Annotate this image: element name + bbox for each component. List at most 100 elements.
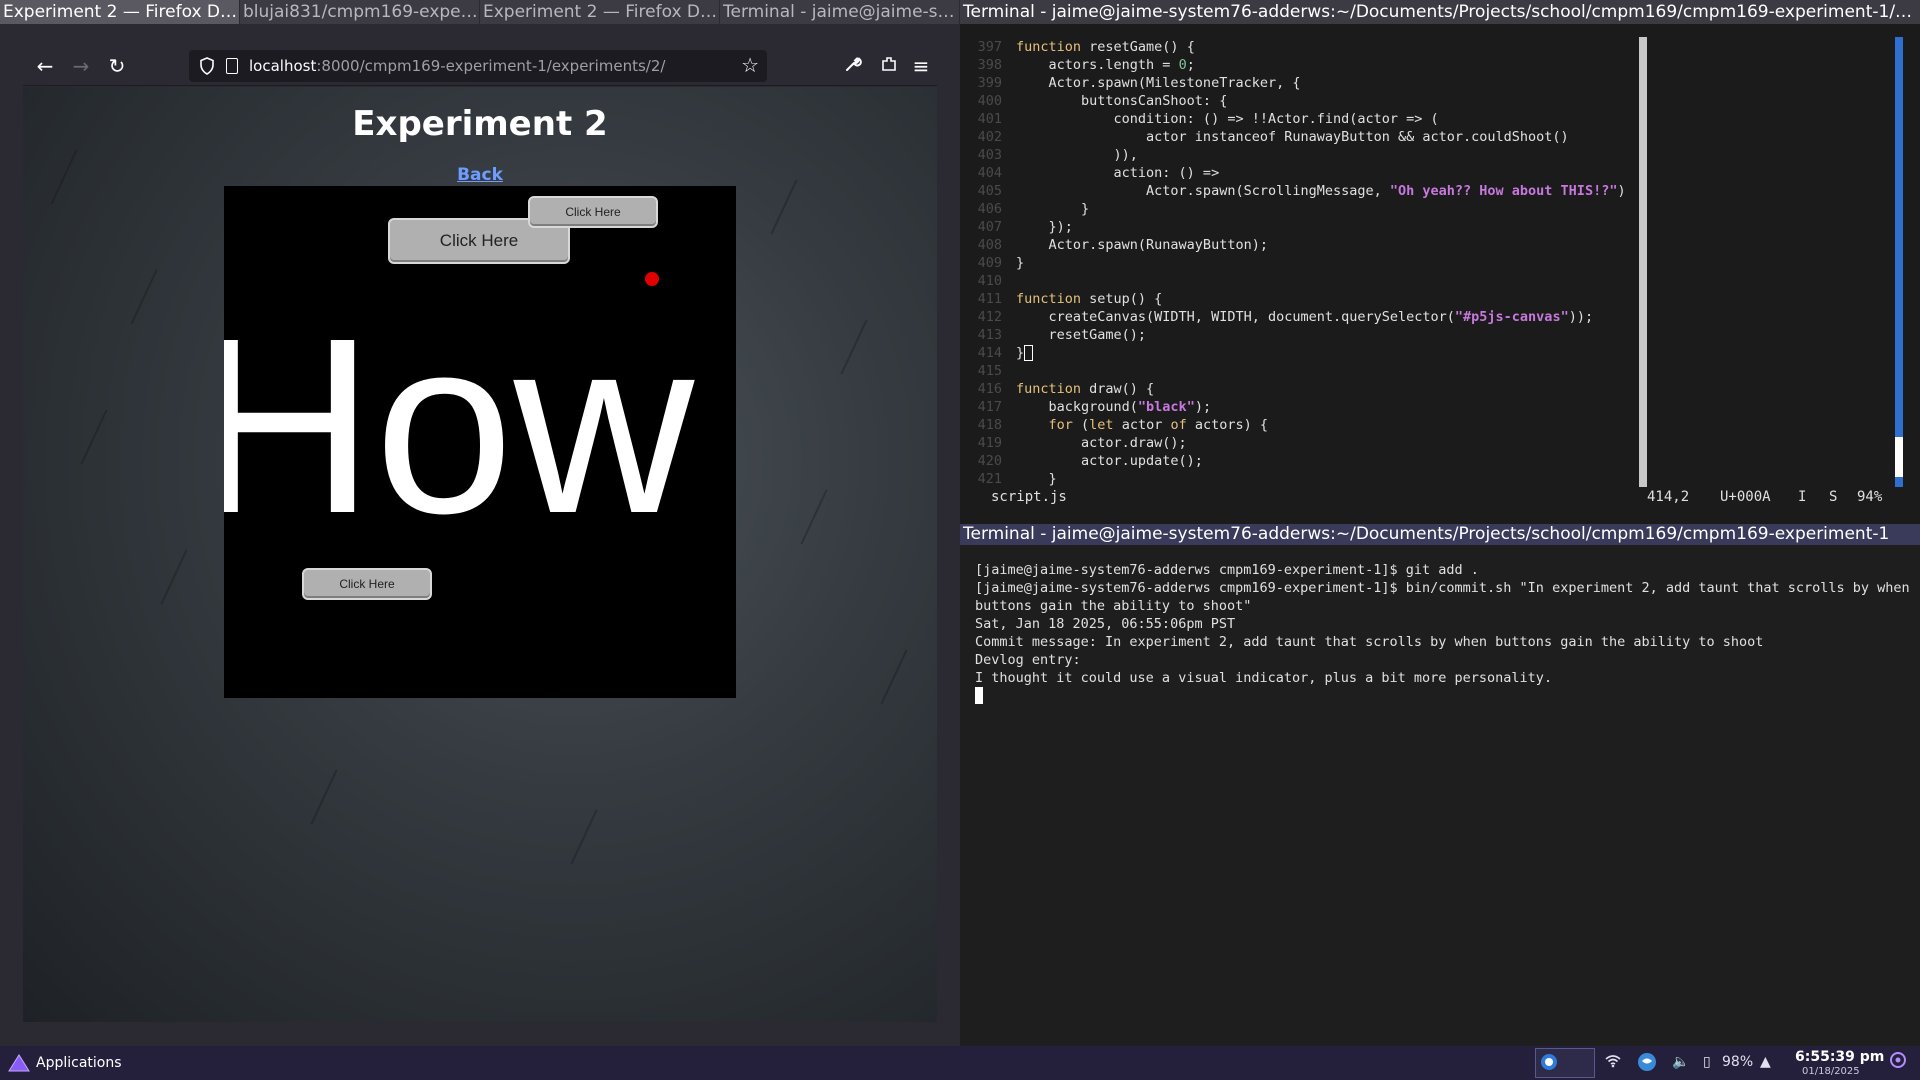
terminal-line: Commit message: In experiment 2, add tau… <box>975 634 1764 650</box>
terminal-line: Devlog entry: <box>975 652 1081 668</box>
vim-editor[interactable]: 397 function resetGame() {398 actors.leng… <box>960 24 1920 524</box>
line-number: 419 <box>977 435 1002 451</box>
window-tab-terminal[interactable]: Terminal - jaime@jaime-sys... <box>720 0 960 24</box>
runaway-button[interactable]: Click Here <box>528 196 658 228</box>
window-tab-firefox-2[interactable]: Experiment 2 — Firefox De... <box>480 0 720 24</box>
line-number: 415 <box>977 363 1002 379</box>
code-text: Actor.spawn(ScrollingMessage, "Oh yeah??… <box>1016 183 1626 199</box>
code-text: for (let actor of actors) { <box>1048 417 1269 433</box>
code-text: } <box>1016 201 1090 217</box>
line-number: 421 <box>977 471 1002 487</box>
code-line: 408 Actor.spawn(RunawayButton); <box>970 236 1626 254</box>
code-line: 402 actor instanceof RunawayButton && ac… <box>970 128 1626 146</box>
code-text: } <box>1016 255 1025 271</box>
battery-icon[interactable]: ▯ <box>1703 1054 1711 1070</box>
code-line: 409} <box>970 254 1626 272</box>
code-line: 413 resetGame(); <box>970 326 1626 344</box>
code-text: resetGame(); <box>1016 327 1147 343</box>
vim-statusline: script.js 414,2 U+000A I S 94% <box>960 487 1920 507</box>
code-line: 404 action: () => <box>970 164 1626 182</box>
code-line: 421 } <box>970 470 1626 488</box>
code-text: }); <box>1016 219 1073 235</box>
window-scrollbar[interactable] <box>1895 37 1903 487</box>
status-char: U+000A <box>1720 489 1771 505</box>
runaway-button[interactable]: Click Here <box>302 568 432 600</box>
terminal-line: [jaime@jaime-system76-adderws cmpm169-ex… <box>975 580 1918 614</box>
power-icon[interactable] <box>1890 1052 1906 1072</box>
line-number: 414 <box>977 345 1002 361</box>
code-text: background("black"); <box>1016 399 1212 415</box>
status-position: 414,2 <box>1647 489 1690 505</box>
line-number: 411 <box>977 291 1002 307</box>
code-line: 410 <box>970 272 1626 290</box>
reload-icon[interactable]: ↻ <box>103 52 131 80</box>
projectile-dot <box>645 272 659 286</box>
status-filename: script.js <box>991 489 1067 505</box>
menu-icon[interactable]: ≡ <box>907 52 935 80</box>
line-number: 418 <box>977 417 1002 433</box>
line-number: 410 <box>977 273 1002 289</box>
firefox-window: ← → ↻ localhost:8000/cmpm169-experiment-… <box>0 24 958 1046</box>
terminal[interactable]: [jaime@jaime-system76-adderws cmpm169-ex… <box>960 545 1920 1046</box>
code-text: )), <box>1016 147 1138 163</box>
page-icon <box>226 58 238 74</box>
code-text: buttonsCanShoot: { <box>1016 93 1228 109</box>
line-number: 398 <box>977 57 1002 73</box>
notification-bell-icon[interactable]: ▲ <box>1760 1054 1771 1070</box>
firefox-icon[interactable] <box>1540 1053 1558 1075</box>
status-mode-i: I <box>1798 489 1807 505</box>
line-number: 409 <box>977 255 1002 271</box>
app-launcher-icon <box>8 1054 30 1072</box>
wrench-icon[interactable] <box>839 52 867 80</box>
line-number: 406 <box>977 201 1002 217</box>
code-line: 417 background("black"); <box>970 398 1626 416</box>
extensions-icon[interactable] <box>875 52 903 80</box>
taskbar: Applications 🔈 ▯ 98% ▲ 6:55:39 pm 01/18/… <box>0 1046 1920 1080</box>
forward-arrow-icon[interactable]: → <box>67 52 95 80</box>
code-text: actors.length = 0; <box>1016 57 1195 73</box>
url-bar[interactable]: localhost:8000/cmpm169-experiment-1/expe… <box>189 50 767 82</box>
code-area[interactable]: 397 function resetGame() {398 actors.leng… <box>970 38 1626 488</box>
window-tab-firefox[interactable]: Experiment 2 — Firefox De... <box>0 0 240 24</box>
battery-percent: 98% <box>1722 1054 1754 1070</box>
back-arrow-icon[interactable]: ← <box>31 52 59 80</box>
chat-app-icon[interactable] <box>1637 1052 1657 1076</box>
shield-icon[interactable] <box>199 57 215 75</box>
clock-time[interactable]: 6:55:39 pm <box>1795 1049 1884 1065</box>
line-number: 405 <box>977 183 1002 199</box>
game-canvas[interactable]: How Click Here Click Here Click Here <box>224 186 736 698</box>
page-title: Experiment 2 <box>352 104 608 144</box>
terminal-output: [jaime@jaime-system76-adderws cmpm169-ex… <box>975 561 1915 709</box>
code-text: function setup() { <box>1016 291 1163 307</box>
code-line: 418 for (let actor of actors) { <box>970 416 1626 434</box>
volume-icon[interactable]: 🔈 <box>1672 1054 1689 1070</box>
line-number: 404 <box>977 165 1002 181</box>
code-text: createCanvas(WIDTH, WIDTH, document.quer… <box>1016 309 1594 325</box>
code-line: 419 actor.draw(); <box>970 434 1626 452</box>
code-line: 406 } <box>970 200 1626 218</box>
bookmark-star-icon[interactable]: ☆ <box>741 53 759 77</box>
code-line: 398 actors.length = 0; <box>970 56 1626 74</box>
terminal-line: I thought it could use a visual indicato… <box>975 670 1553 686</box>
applications-menu-button[interactable]: Applications <box>8 1052 122 1074</box>
url-text[interactable]: localhost:8000/cmpm169-experiment-1/expe… <box>249 57 665 75</box>
code-line: 403 )), <box>970 146 1626 164</box>
terminal-line: [jaime@jaime-system76-adderws cmpm169-ex… <box>975 562 1479 578</box>
code-line: 412 createCanvas(WIDTH, WIDTH, document.… <box>970 308 1626 326</box>
terminal-line: Sat, Jan 18 2025, 06:55:06pm PST <box>975 616 1236 632</box>
code-text: Actor.spawn(MilestoneTracker, { <box>1016 75 1301 91</box>
code-text: } <box>1016 471 1057 487</box>
wifi-icon[interactable] <box>1605 1054 1621 1072</box>
terminal-window-title[interactable]: Terminal - jaime@jaime-system76-adderws:… <box>960 524 1920 545</box>
editor-scrollbar[interactable] <box>1639 37 1647 487</box>
code-line: 414} <box>970 344 1626 362</box>
code-text: function draw() { <box>1016 381 1155 397</box>
code-text: Actor.spawn(RunawayButton); <box>1016 237 1268 253</box>
browser-toolbar: ← → ↻ localhost:8000/cmpm169-experiment-… <box>23 46 937 86</box>
window-tab-github[interactable]: blujai831/cmpm169-experi... <box>240 0 480 24</box>
code-line: 400 buttonsCanShoot: { <box>970 92 1626 110</box>
code-line: 407 }); <box>970 218 1626 236</box>
back-link[interactable]: Back <box>23 165 937 185</box>
editor-window-title[interactable]: Terminal - jaime@jaime-system76-adderws:… <box>960 0 1920 24</box>
line-number: 399 <box>977 75 1002 91</box>
